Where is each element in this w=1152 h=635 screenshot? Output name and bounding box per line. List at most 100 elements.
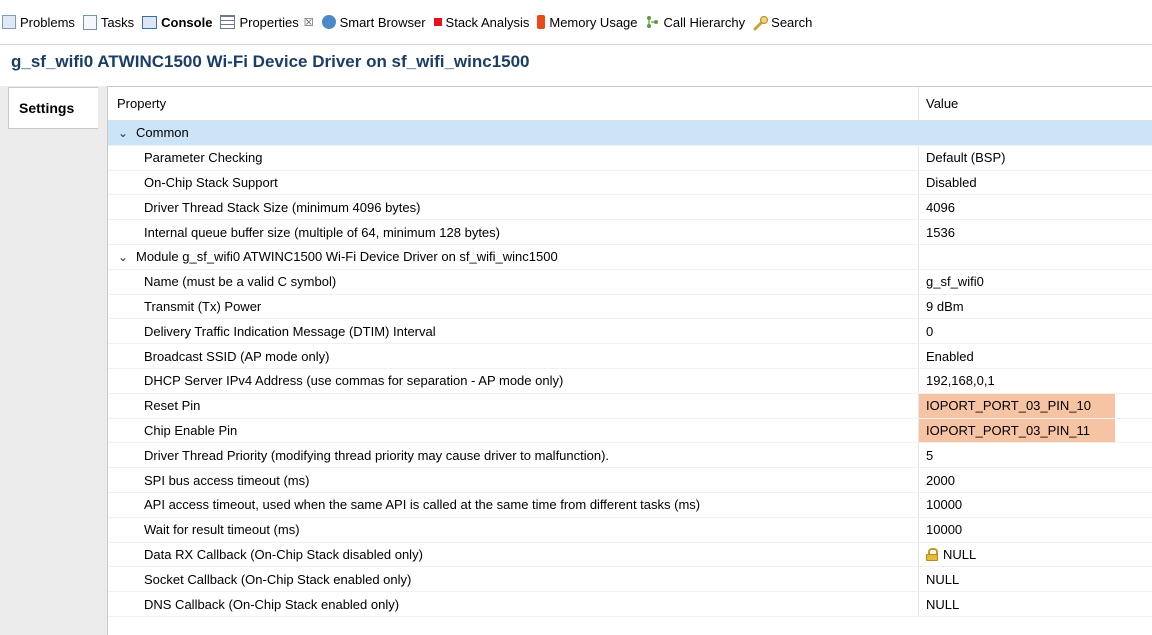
property-cell: DNS Callback (On-Chip Stack enabled only… xyxy=(108,592,919,616)
value-cell[interactable]: NULL xyxy=(919,592,1152,616)
table-row[interactable]: Broadcast SSID (AP mode only) Enabled xyxy=(108,344,1152,369)
property-label: DNS Callback (On-Chip Stack enabled only… xyxy=(144,596,400,612)
table-row[interactable]: Chip Enable Pin IOPORT_PORT_03_PIN_11 xyxy=(108,418,1152,444)
tab-properties[interactable]: Properties ☒ xyxy=(218,11,320,33)
value-cell xyxy=(919,245,1152,269)
group-row[interactable]: ⌄ Module g_sf_wifi0 ATWINC1500 Wi-Fi Devi… xyxy=(108,244,1152,270)
property-cell: DHCP Server IPv4 Address (use commas for… xyxy=(108,368,919,393)
tab-smart-browser[interactable]: Smart Browser xyxy=(320,11,432,33)
property-value: NULL xyxy=(926,571,960,587)
property-cell: Internal queue buffer size (multiple of … xyxy=(108,220,919,244)
value-box: g_sf_wifi0 xyxy=(919,270,1115,294)
value-cell[interactable]: g_sf_wifi0 xyxy=(919,270,1152,294)
tab-search[interactable]: Search xyxy=(751,11,818,33)
value-cell[interactable]: IOPORT_PORT_03_PIN_11 xyxy=(919,418,1152,443)
table-row[interactable]: Data RX Callback (On-Chip Stack disabled… xyxy=(108,542,1152,568)
tasks-icon xyxy=(82,14,97,30)
value-cell[interactable]: Enabled xyxy=(919,344,1152,368)
value-box: 0 xyxy=(919,319,1115,343)
table-row[interactable]: DHCP Server IPv4 Address (use commas for… xyxy=(108,368,1152,394)
table-row[interactable]: Wait for result timeout (ms) 10000 xyxy=(108,517,1152,543)
value-box: 2000 xyxy=(919,468,1115,492)
property-value: 2000 xyxy=(926,472,955,488)
property-value: g_sf_wifi0 xyxy=(926,274,984,290)
property-label: Broadcast SSID (AP mode only) xyxy=(144,348,330,364)
value-cell[interactable]: 10000 xyxy=(919,493,1152,517)
property-cell: Driver Thread Stack Size (minimum 4096 b… xyxy=(108,195,919,220)
tab-settings[interactable]: Settings xyxy=(8,87,98,129)
property-value: 192,168,0,1 xyxy=(926,373,995,389)
property-label: Reset Pin xyxy=(144,398,201,414)
group-row[interactable]: ⌄ Common xyxy=(108,121,1152,146)
tab-problems[interactable]: Problems xyxy=(0,11,81,33)
problems-icon xyxy=(2,15,16,29)
property-label: Wait for result timeout (ms) xyxy=(144,522,300,538)
table-row[interactable]: Parameter Checking Default (BSP) xyxy=(108,145,1152,171)
value-cell[interactable]: 0 xyxy=(919,319,1152,343)
value-cell[interactable]: Default (BSP) xyxy=(919,146,1152,170)
value-cell xyxy=(919,121,1152,145)
property-value: NULL xyxy=(943,546,977,562)
value-box: NULL xyxy=(919,592,1115,616)
properties-table: Property Value ⌄ Common Parameter Checking… xyxy=(108,87,1152,617)
table-row[interactable]: Name (must be a valid C symbol) g_sf_wifi… xyxy=(108,269,1152,295)
value-cell[interactable]: 2000 xyxy=(919,468,1152,492)
value-cell[interactable]: NULL xyxy=(919,543,1152,567)
tab-label: Tasks xyxy=(100,14,135,30)
table-row[interactable]: On-Chip Stack Support Disabled xyxy=(108,170,1152,196)
column-header-value[interactable]: Value xyxy=(919,87,1152,120)
value-cell[interactable]: NULL xyxy=(919,567,1152,591)
close-tab-icon[interactable]: ☒ xyxy=(304,16,314,29)
value-box: 5 xyxy=(919,443,1115,467)
value-cell[interactable]: 4096 xyxy=(919,195,1152,219)
value-cell[interactable]: 9 dBm xyxy=(919,295,1152,319)
table-row[interactable]: Reset Pin IOPORT_PORT_03_PIN_10 xyxy=(108,393,1152,419)
value-cell[interactable]: 192,168,0,1 xyxy=(919,369,1152,393)
property-label: On-Chip Stack Support xyxy=(144,174,278,190)
value-cell[interactable]: 5 xyxy=(919,443,1152,467)
property-label: DHCP Server IPv4 Address (use commas for… xyxy=(144,373,564,389)
table-row[interactable]: DNS Callback (On-Chip Stack enabled only… xyxy=(108,592,1152,617)
property-cell: Data RX Callback (On-Chip Stack disabled… xyxy=(108,542,919,567)
table-row[interactable]: API access timeout, used when the same A… xyxy=(108,492,1152,518)
value-box: 9 dBm xyxy=(919,295,1115,319)
value-box: 192,168,0,1 xyxy=(919,369,1115,393)
property-cell: Delivery Traffic Indication Message (DTI… xyxy=(108,319,919,344)
tab-label: Console xyxy=(161,14,213,30)
tab-memory-usage[interactable]: Memory Usage xyxy=(535,11,643,33)
memory-usage-icon xyxy=(537,15,546,29)
tab-tasks[interactable]: Tasks xyxy=(81,11,140,33)
table-row[interactable]: Driver Thread Priority (modifying thread… xyxy=(108,443,1152,469)
property-cell: SPI bus access timeout (ms) xyxy=(108,468,919,492)
table-row[interactable]: Driver Thread Stack Size (minimum 4096 b… xyxy=(108,195,1152,221)
chevron-down-icon[interactable]: ⌄ xyxy=(118,250,128,264)
property-cell: On-Chip Stack Support xyxy=(108,170,919,195)
value-cell[interactable]: IOPORT_PORT_03_PIN_10 xyxy=(919,393,1152,418)
property-value: Default (BSP) xyxy=(926,150,1006,166)
property-label: Delivery Traffic Indication Message (DTI… xyxy=(144,323,436,339)
property-value: NULL xyxy=(926,596,960,612)
tab-stack-analysis[interactable]: Stack Analysis xyxy=(432,11,536,33)
value-box: 10000 xyxy=(919,493,1115,517)
value-cell[interactable]: Disabled xyxy=(919,171,1152,195)
lock-icon xyxy=(926,547,938,561)
property-label: Common xyxy=(136,125,189,141)
property-cell: Parameter Checking xyxy=(108,145,919,170)
table-row[interactable]: SPI bus access timeout (ms) 2000 xyxy=(108,468,1152,493)
value-box: Enabled xyxy=(919,344,1115,368)
table-row[interactable]: Transmit (Tx) Power 9 dBm xyxy=(108,294,1152,320)
table-row[interactable]: Internal queue buffer size (multiple of … xyxy=(108,220,1152,245)
property-cell: Socket Callback (On-Chip Stack enabled o… xyxy=(108,567,919,592)
column-header-property[interactable]: Property xyxy=(108,87,919,120)
table-row[interactable]: Socket Callback (On-Chip Stack enabled o… xyxy=(108,567,1152,593)
property-label: API access timeout, used when the same A… xyxy=(144,497,701,513)
value-box: NULL xyxy=(919,567,1115,591)
chevron-down-icon[interactable]: ⌄ xyxy=(118,126,128,140)
value-cell[interactable]: 1536 xyxy=(919,220,1152,244)
property-label: Data RX Callback (On-Chip Stack disabled… xyxy=(144,546,423,562)
value-cell[interactable]: 10000 xyxy=(919,518,1152,542)
value-box: 10000 xyxy=(919,518,1115,542)
tab-call-hierarchy[interactable]: Call Hierarchy xyxy=(644,11,752,33)
table-row[interactable]: Delivery Traffic Indication Message (DTI… xyxy=(108,319,1152,345)
tab-console[interactable]: Console xyxy=(140,11,218,33)
